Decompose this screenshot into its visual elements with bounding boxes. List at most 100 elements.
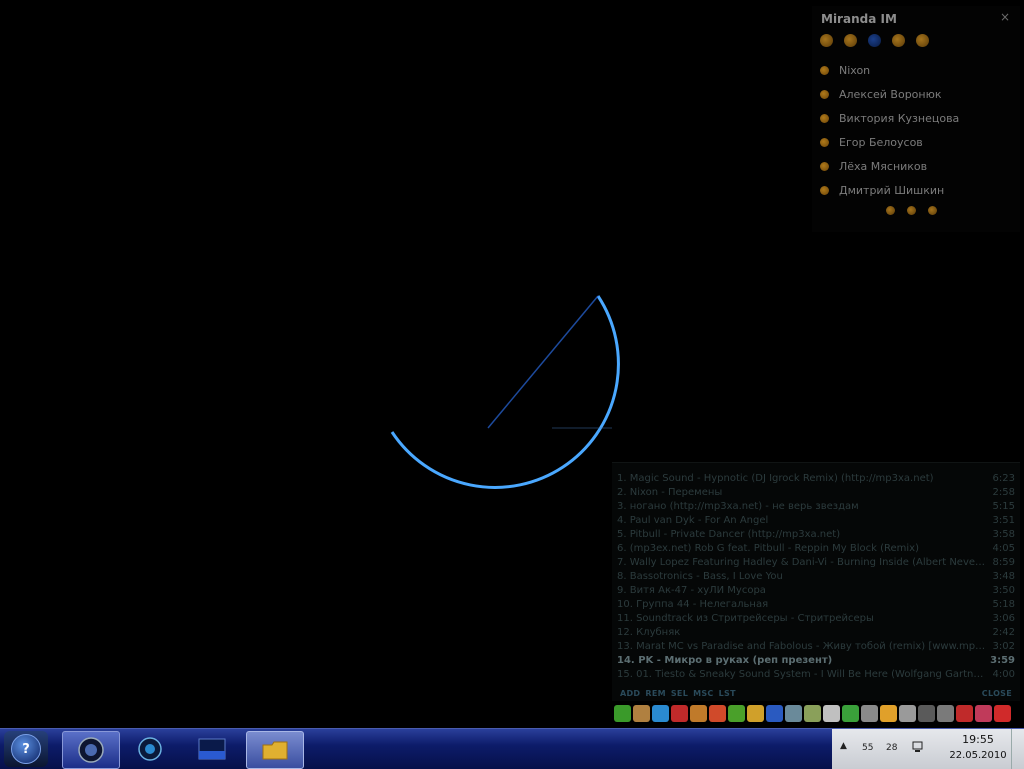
misc-button[interactable]: MSC xyxy=(693,689,714,698)
window-title: Miranda IM xyxy=(821,12,897,26)
track-row[interactable]: 15. 01. Tiesto & Sneaky Sound System - I… xyxy=(617,668,1015,682)
moon-wallpaper xyxy=(390,295,620,489)
track-title: 2. Nixon - Перемены xyxy=(617,487,723,498)
info-icon[interactable] xyxy=(880,705,897,722)
track-row[interactable]: 12. Клубняк 2:42 xyxy=(617,626,1015,640)
taskbar-app-button[interactable] xyxy=(62,731,120,769)
show-desktop-button[interactable] xyxy=(1011,729,1024,769)
photo-icon[interactable] xyxy=(804,705,821,722)
tool-icon[interactable] xyxy=(633,705,650,722)
mp3cut-icon[interactable] xyxy=(842,705,859,722)
track-title: 6. (mp3ex.net) Rob G feat. Pitbull - Rep… xyxy=(617,543,919,554)
playlist-window: 1. Magic Sound - Hypnotic (DJ Igrock Rem… xyxy=(612,462,1020,701)
track-row[interactable]: 4. Paul van Dyk - For An Angel 3:51 xyxy=(617,514,1015,528)
taskbar: ? ▲ 55 28 19:55 22.05.2010 xyxy=(0,728,1024,769)
select-button[interactable]: SEL xyxy=(671,689,688,698)
contact-item[interactable]: Nixon xyxy=(820,58,959,82)
drive-icon[interactable] xyxy=(937,705,954,722)
burn-icon[interactable] xyxy=(747,705,764,722)
messenger-icon xyxy=(138,737,162,761)
plane-icon[interactable] xyxy=(956,705,973,722)
track-row[interactable]: 2. Nixon - Перемены 2:58 xyxy=(617,486,1015,500)
track-duration: 4:05 xyxy=(992,543,1015,554)
groups-icon[interactable] xyxy=(820,34,833,47)
archive-icon[interactable] xyxy=(690,705,707,722)
track-title: 9. Витя Ак-47 - хуЛИ Мусора xyxy=(617,585,766,596)
track-row[interactable]: 13. Marat MC vs Paradise and Fabolous - … xyxy=(617,640,1015,654)
options-icon[interactable] xyxy=(844,34,857,47)
track-duration: 5:15 xyxy=(992,501,1015,512)
clock-date[interactable]: 22.05.2010 xyxy=(942,750,1014,761)
monitor-icon[interactable] xyxy=(785,705,802,722)
disc-icon[interactable] xyxy=(861,705,878,722)
status-icon[interactable] xyxy=(928,206,937,215)
remove-button[interactable]: REM xyxy=(645,689,666,698)
contact-item[interactable]: Алексей Воронюк xyxy=(820,82,959,106)
tray-value: 28 xyxy=(886,743,898,753)
track-duration: 2:58 xyxy=(992,487,1015,498)
book-icon[interactable] xyxy=(994,705,1011,722)
track-duration: 3:58 xyxy=(992,529,1015,540)
antivirus-icon[interactable] xyxy=(671,705,688,722)
contact-item[interactable]: Лёха Мясников xyxy=(820,154,959,178)
system-tray: ▲ 55 28 19:55 22.05.2010 xyxy=(832,729,1024,769)
track-row[interactable]: 6. (mp3ex.net) Rob G feat. Pitbull - Rep… xyxy=(617,542,1015,556)
online-status-icon xyxy=(820,137,829,147)
folder-icon xyxy=(262,741,288,760)
track-title: 10. Группа 44 - Нелегальная xyxy=(617,599,769,610)
edit-icon[interactable] xyxy=(823,705,840,722)
menu-icon[interactable] xyxy=(916,34,929,47)
track-row[interactable]: 1. Magic Sound - Hypnotic (DJ Igrock Rem… xyxy=(617,472,1015,486)
track-row[interactable]: 5. Pitbull - Private Dancer (http://mp3x… xyxy=(617,528,1015,542)
online-status-icon xyxy=(820,65,829,75)
track-row[interactable]: 11. Soundtrack из Стритрейсеры - Стритре… xyxy=(617,612,1015,626)
close-button[interactable]: × xyxy=(1000,10,1010,24)
status-bar xyxy=(886,206,937,215)
contact-name: Алексей Воронюк xyxy=(839,87,942,101)
quick-launch-bar xyxy=(614,705,1011,722)
contact-item[interactable]: Дмитрий Шишкин xyxy=(820,178,959,202)
current-track-row[interactable]: 14. PK - Микро в руках (реп презент) 3:59 xyxy=(617,654,1015,668)
email-icon[interactable] xyxy=(907,206,916,215)
track-title: 5. Pitbull - Private Dancer (http://mp3x… xyxy=(617,529,841,540)
chevron-up-icon[interactable]: ▲ xyxy=(840,741,847,751)
steam-icon[interactable] xyxy=(918,705,935,722)
track-row[interactable]: 9. Витя Ак-47 - хуЛИ Мусора 3:50 xyxy=(617,584,1015,598)
hammer-icon[interactable] xyxy=(899,705,916,722)
online-status-icon xyxy=(820,185,829,195)
status-icon[interactable] xyxy=(886,206,895,215)
contact-name: Дмитрий Шишкин xyxy=(839,183,945,197)
utorrent-icon[interactable] xyxy=(614,705,631,722)
track-title: 7. Wally Lopez Featuring Hadley & Dani-V… xyxy=(617,557,987,568)
contact-item[interactable]: Виктория Кузнецова xyxy=(820,106,959,130)
contact-name: Лёха Мясников xyxy=(839,159,928,173)
track-row[interactable]: 3. ногано (http://mp3xa.net) - не верь з… xyxy=(617,500,1015,514)
track-row[interactable]: 7. Wally Lopez Featuring Hadley & Dani-V… xyxy=(617,556,1015,570)
network-icon[interactable] xyxy=(912,741,924,753)
contacts-icon[interactable] xyxy=(892,34,905,47)
online-status-icon xyxy=(820,113,829,123)
skype-icon[interactable] xyxy=(652,705,669,722)
download-icon[interactable] xyxy=(728,705,745,722)
contact-item[interactable]: Егор Белоусов xyxy=(820,130,959,154)
track-title: 4. Paul van Dyk - For An Angel xyxy=(617,515,769,526)
clock-time[interactable]: 19:55 xyxy=(942,733,1014,746)
taskbar-app-button[interactable] xyxy=(122,731,178,767)
taskbar-app-button[interactable] xyxy=(184,731,240,767)
track-title: 13. Marat MC vs Paradise and Fabolous - … xyxy=(617,641,987,652)
list-button[interactable]: LST xyxy=(719,689,736,698)
disk-icon[interactable] xyxy=(766,705,783,722)
status-icon[interactable] xyxy=(868,34,881,47)
gift-icon[interactable] xyxy=(709,705,726,722)
track-row[interactable]: 8. Bassotronics - Bass, I Love You 3:48 xyxy=(617,570,1015,584)
track-duration: 3:02 xyxy=(992,641,1015,652)
track-duration: 3:50 xyxy=(992,585,1015,596)
taskbar-app-button[interactable] xyxy=(246,731,304,769)
track-duration: 6:23 xyxy=(992,473,1015,484)
add-button[interactable]: ADD xyxy=(620,689,640,698)
playlist-close-button[interactable]: CLOSE xyxy=(982,689,1012,698)
miranda-window: Miranda IM × Nixon Алексей Воронюк Викто… xyxy=(812,6,1020,232)
track-row[interactable]: 10. Группа 44 - Нелегальная 5:18 xyxy=(617,598,1015,612)
start-button[interactable]: ? xyxy=(4,731,48,767)
cards-icon[interactable] xyxy=(975,705,992,722)
